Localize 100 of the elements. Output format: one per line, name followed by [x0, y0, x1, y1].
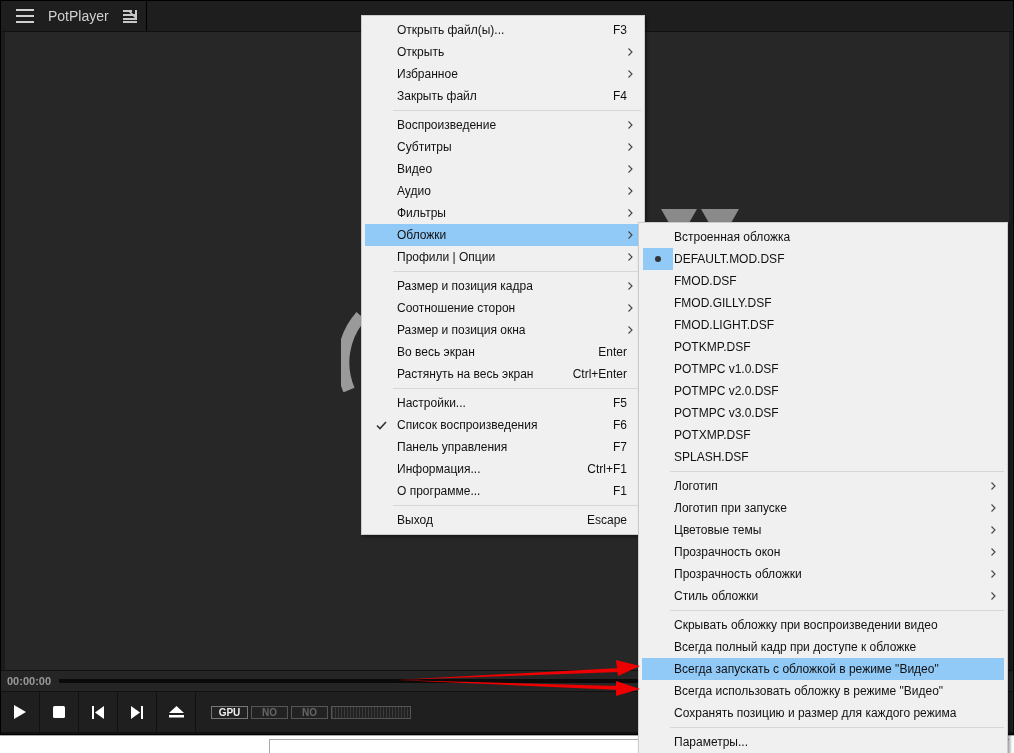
stop-icon [53, 706, 65, 718]
menu-item-label: DEFAULT.MOD.DSF [674, 252, 786, 266]
menu-item[interactable]: Избранное [365, 63, 641, 85]
menu-item[interactable]: Открыть [365, 41, 641, 63]
menu-item[interactable]: SPLASH.DSF [642, 446, 1004, 468]
menu-item-label: Стиль обложки [674, 589, 760, 603]
app-title: PotPlayer [48, 8, 109, 24]
menu-item[interactable]: Параметры... [642, 731, 1004, 753]
shortcut-label: F6 [613, 418, 628, 432]
menu-item-label: Настройки... [397, 396, 467, 410]
menu-icon[interactable] [16, 9, 34, 23]
menu-item-label: Во весь экран [397, 345, 476, 359]
menu-item[interactable]: Профили | Опции [365, 246, 641, 268]
menu-item[interactable]: Информация... Ctrl+F1 [365, 458, 641, 480]
menu-item[interactable]: POTMPC v1.0.DSF [642, 358, 1004, 380]
shortcut-label: F3 [613, 23, 628, 37]
menu-item[interactable]: Логотип при запуске [642, 497, 1004, 519]
menu-item-label: Закрыть файл [397, 89, 478, 103]
menu-item[interactable]: FMOD.LIGHT.DSF [642, 314, 1004, 336]
menu-item-label: О программе... [397, 484, 482, 498]
menu-item[interactable]: POTMPC v2.0.DSF [642, 380, 1004, 402]
menu-item-label: Список воспроизведения [397, 418, 539, 432]
menu-item-label: Размер и позиция окна [397, 323, 527, 337]
menu-item-label: Открыть файл(ы)... [397, 23, 506, 37]
menu-item[interactable]: Всегда запускать с обложкой в режиме "Видео" [642, 658, 1004, 680]
menu-item-label: Фильтры [397, 206, 447, 220]
menu-item[interactable]: Обложки [365, 224, 641, 246]
menu-item-label: Логотип при запуске [674, 501, 788, 515]
menu-item-label: POTMPC v1.0.DSF [674, 362, 780, 376]
menu-item-label: Видео [397, 162, 434, 176]
menu-item[interactable]: Встроенная обложка [642, 226, 1004, 248]
menu-item-label: POTKMP.DSF [674, 340, 752, 354]
menu-item[interactable]: Соотношение сторон [365, 297, 641, 319]
shortcut-label: Ctrl+Enter [572, 367, 628, 381]
menu-item-label: Аудио [397, 184, 432, 198]
menu-item[interactable]: DEFAULT.MOD.DSF [642, 248, 1004, 270]
menu-item[interactable]: Аудио [365, 180, 641, 202]
menu-item[interactable]: Видео [365, 158, 641, 180]
menu-item-label: Прозрачность окон [674, 545, 782, 559]
menu-item-label: POTMPC v2.0.DSF [674, 384, 780, 398]
menu-item[interactable]: Размер и позиция окна [365, 319, 641, 341]
menu-item-label: Прозрачность обложки [674, 567, 803, 581]
menu-item-label: Всегда использовать обложку в режиме "Видео" [674, 684, 945, 698]
menu-item[interactable]: Во весь экран Enter [365, 341, 641, 363]
menu-item-label: Логотип [674, 479, 719, 493]
menu-item[interactable]: Настройки... F5 [365, 392, 641, 414]
menu-item-label: Растянуть на весь экран [397, 367, 535, 381]
menu-item[interactable]: FMOD.GILLY.DSF [642, 292, 1004, 314]
menu-item-label: FMOD.DSF [674, 274, 738, 288]
menu-item[interactable]: POTXMP.DSF [642, 424, 1004, 446]
menu-item-label: Параметры... [674, 735, 749, 749]
menu-item[interactable]: Список воспроизведения F6 [365, 414, 641, 436]
menu-item-label: POTMPC v3.0.DSF [674, 406, 780, 420]
shortcut-label: F7 [613, 440, 628, 454]
menu-item[interactable]: Закрыть файл F4 [365, 85, 641, 107]
menu-item-label: FMOD.GILLY.DSF [674, 296, 773, 310]
menu-item-label: POTXMP.DSF [674, 428, 752, 442]
menu-item[interactable]: Размер и позиция кадра [365, 275, 641, 297]
menu-item-label: Соотношение сторон [397, 301, 517, 315]
menu-item-label: Открыть [397, 45, 446, 59]
menu-item[interactable]: FMOD.DSF [642, 270, 1004, 292]
eject-icon [168, 705, 184, 719]
menu-item[interactable]: Всегда использовать обложку в режиме "Видео" [642, 680, 1004, 702]
menu-item-label: Воспроизведение [397, 118, 498, 132]
menu-item[interactable]: POTMPC v3.0.DSF [642, 402, 1004, 424]
menu-item[interactable]: Растянуть на весь экран Ctrl+Enter [365, 363, 641, 385]
shortcut-label: F5 [613, 396, 628, 410]
menu-item[interactable]: Сохранять позицию и размер для каждого режима [642, 702, 1004, 724]
menu-item[interactable]: POTKMP.DSF [642, 336, 1004, 358]
status-badge: GPU [211, 705, 248, 719]
next-icon [131, 705, 143, 719]
menu-item-label: Цветовые темы [674, 523, 763, 537]
menu-item[interactable]: Фильтры [365, 202, 641, 224]
menu-item[interactable]: Логотип [642, 475, 1004, 497]
menu-item[interactable]: Всегда полный кадр при доступе к обложке [642, 636, 1004, 658]
status-badge: NO [251, 705, 288, 719]
menu-item[interactable]: Воспроизведение [365, 114, 641, 136]
menu-item[interactable]: Выход Escape [365, 509, 641, 531]
menu-item[interactable]: О программе... F1 [365, 480, 641, 502]
menu-item[interactable]: Субтитры [365, 136, 641, 158]
menu-item[interactable]: Цветовые темы [642, 519, 1004, 541]
menu-item-label: Всегда полный кадр при доступе к обложке [674, 640, 918, 654]
menu-item-label: Сохранять позицию и размер для каждого режима [674, 706, 958, 720]
shortcut-label: F1 [613, 484, 628, 498]
menu-item[interactable]: Панель управления F7 [365, 436, 641, 458]
menu-item-label: Выход [397, 513, 434, 527]
menu-item-label: Обложки [397, 228, 448, 242]
menu-item-label: SPLASH.DSF [674, 450, 750, 464]
menu-item[interactable]: Стиль обложки [642, 585, 1004, 607]
menu-item[interactable]: Открыть файл(ы)... F3 [365, 19, 641, 41]
shortcut-label: F4 [613, 89, 628, 103]
menu-item[interactable]: Скрывать обложку при воспроизведении видео [642, 614, 1004, 636]
menu-item[interactable]: Прозрачность окон [642, 541, 1004, 563]
menu-item-label: Информация... [397, 462, 482, 476]
shortcut-label: Ctrl+F1 [587, 462, 628, 476]
previous-icon [92, 705, 104, 719]
shortcut-label: Escape [586, 513, 628, 527]
menu-item-label: Субтитры [397, 140, 453, 154]
menu-item[interactable]: Прозрачность обложки [642, 563, 1004, 585]
menu-item-label: Избранное [397, 67, 459, 81]
